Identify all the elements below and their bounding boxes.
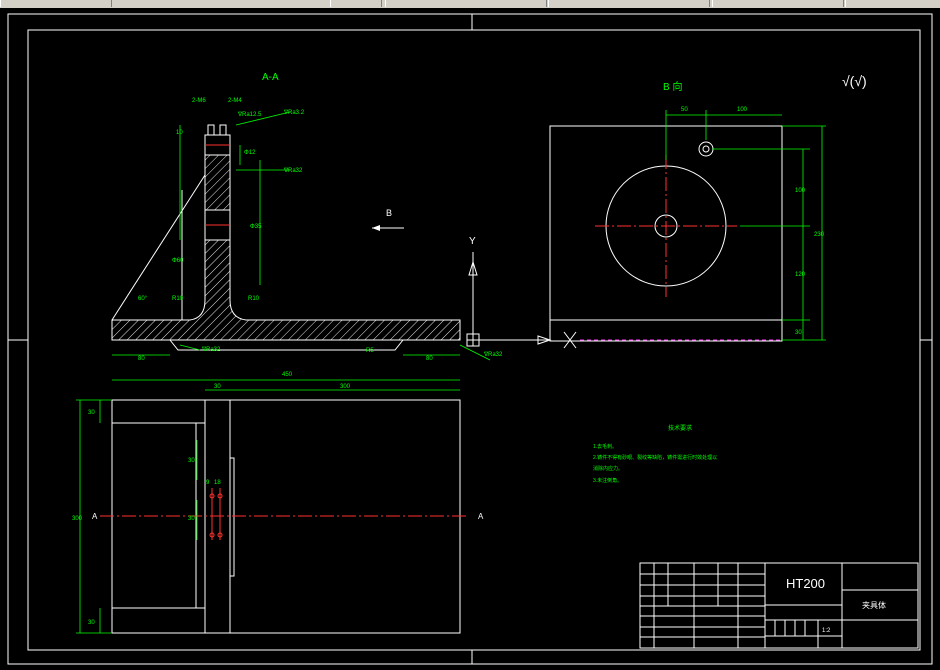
dim-label-60deg: 60°	[138, 296, 148, 302]
dim-label-80-left: 80	[138, 356, 145, 362]
tech-req-line-4: 3.未注倒角。	[593, 477, 622, 484]
tech-req-line-3: 消除内应力。	[593, 465, 623, 472]
dim-label-top-30: 30	[214, 384, 221, 390]
material-label: HT200	[786, 576, 825, 591]
section-view-a-a: A-A 2-M6 2-M4 ∇Ra12.5 ∇Ra3.2 10 Φ12 ∇Ra3…	[111, 72, 503, 391]
dim-label-phi12: Φ12	[244, 150, 256, 156]
tech-req-line-1: 1.去毛刺。	[593, 443, 617, 450]
ucs-y-label: Y	[469, 236, 476, 247]
view-arrow-label: B	[386, 208, 392, 218]
view-b-dim-30: 30	[795, 330, 802, 336]
plan-dim-30-bottom: 30	[88, 620, 95, 626]
dim-label-ra12: ∇Ra12.5	[237, 111, 262, 118]
dim-label-2m6: 2-M6	[192, 98, 206, 104]
scale-label: 1:2	[822, 628, 831, 634]
dim-label-80-right: 80	[426, 356, 433, 362]
window-toolbar-strip	[0, 0, 940, 8]
dim-label-ra32-bottom: ∇Ra32	[201, 346, 221, 353]
section-mark-right: A	[478, 512, 484, 521]
dim-label-r5: R5	[366, 348, 374, 354]
dim-label-r10-right: R10	[248, 296, 260, 302]
view-b-dim-120: 120	[795, 272, 806, 278]
view-b-dim-50: 50	[681, 107, 688, 113]
plan-view: 30 300 30 30 30 9 18 A A	[72, 399, 484, 634]
plan-dim-30-b: 30	[188, 516, 195, 522]
dim-label-top-450: 450	[282, 372, 293, 378]
view-b: B 向 50 100 100 230 120 30	[549, 80, 826, 349]
plan-dim-18: 18	[214, 480, 221, 486]
roughness-symbol: √(√)	[842, 73, 867, 89]
plan-dim-9: 9	[206, 480, 210, 486]
section-label: A-A	[262, 72, 279, 83]
tech-req-line-2: 2.铸件不得有砂眼、裂纹等缺陷，铸件需进行时效处理以	[593, 454, 717, 461]
dim-label-ra32-right: ∇Ra32	[483, 351, 503, 358]
ucs-axis-icon: Y	[466, 236, 552, 347]
technical-requirements: 技术要求 1.去毛刺。 2.铸件不得有砂眼、裂纹等缺陷，铸件需进行时效处理以 消…	[593, 424, 717, 484]
dim-label-10: 10	[176, 130, 183, 136]
view-b-label: B 向	[663, 80, 682, 93]
view-b-dim-100-side: 100	[795, 188, 806, 194]
view-b-dim-230: 230	[814, 232, 825, 238]
plan-dim-30-top: 30	[88, 410, 95, 416]
dim-label-top-300: 300	[340, 384, 351, 390]
dim-label-r10-left: R10	[172, 296, 184, 302]
view-b-dim-100-top: 100	[737, 107, 748, 113]
dim-label-phi60: Φ60	[172, 258, 184, 264]
dim-label-phi35: Φ35	[250, 224, 262, 230]
plan-dim-300: 300	[72, 516, 83, 522]
tech-req-title: 技术要求	[668, 424, 692, 432]
part-name-label: 夹具体	[862, 600, 886, 610]
dim-label-ra32-top: ∇Ra3.2	[283, 109, 305, 116]
dim-label-ra32-mid: ∇Ra32	[283, 167, 303, 174]
cad-drawing-canvas[interactable]: √(√) A-A 2-M6 2-M4 ∇Ra12.5 ∇Ra3.2 10 Φ12…	[0, 8, 940, 670]
plan-dim-30-a: 30	[188, 458, 195, 464]
dim-label-2m4: 2-M4	[228, 98, 242, 104]
section-mark-left: A	[92, 512, 98, 521]
